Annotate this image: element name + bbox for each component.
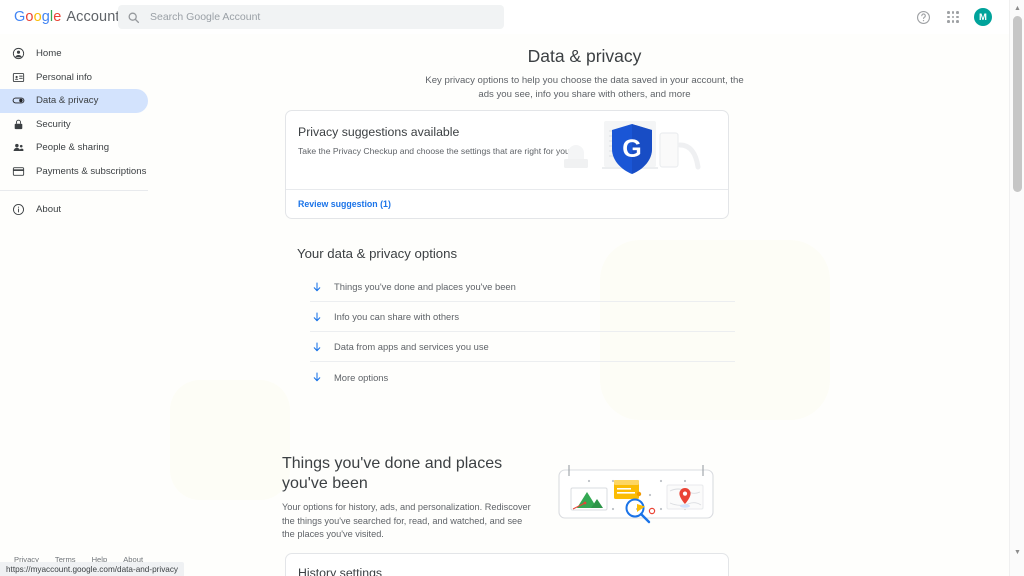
logo-letter: o bbox=[25, 9, 34, 25]
people-icon bbox=[12, 141, 25, 154]
arrow-down-icon bbox=[310, 341, 323, 353]
sidebar-item-data-privacy[interactable]: Data & privacy bbox=[0, 89, 148, 113]
google-shield-illustration: G bbox=[556, 115, 726, 185]
sidebar-item-label: Security bbox=[36, 118, 71, 130]
review-suggestion-link[interactable]: Review suggestion (1) bbox=[298, 199, 391, 209]
option-label: More options bbox=[334, 371, 389, 383]
apps-grid-icon[interactable] bbox=[944, 8, 962, 26]
lock-icon bbox=[12, 118, 25, 131]
page-subtitle: Key privacy options to help you choose t… bbox=[425, 75, 744, 100]
search-icon bbox=[127, 11, 140, 24]
logo-product-name: Account bbox=[66, 9, 120, 25]
avatar[interactable]: M bbox=[974, 8, 992, 26]
page-title: Data & privacy bbox=[527, 46, 642, 66]
logo-letter: e bbox=[53, 9, 62, 25]
arrow-down-icon bbox=[310, 281, 323, 293]
suggestion-title: Privacy suggestions available bbox=[298, 125, 460, 139]
id-card-icon bbox=[12, 71, 25, 84]
page-root: Google Account Search Google Account M H… bbox=[0, 0, 1024, 576]
activity-map-illustration bbox=[553, 464, 719, 528]
topbar-actions: M bbox=[914, 0, 992, 34]
suggestion-description: Take the Privacy Checkup and choose the … bbox=[298, 146, 570, 156]
svg-text:G: G bbox=[622, 135, 641, 163]
top-bar: Google Account Search Google Account M bbox=[0, 0, 1009, 34]
sidebar-item-security[interactable]: Security bbox=[0, 113, 148, 137]
history-settings-card[interactable]: History settings Choose whether to save … bbox=[285, 553, 729, 576]
google-account-logo[interactable]: Google Account bbox=[14, 9, 120, 25]
arrow-down-icon bbox=[310, 371, 323, 383]
logo-letter: o bbox=[33, 9, 42, 25]
search-input[interactable]: Search Google Account bbox=[118, 5, 504, 29]
arrow-down-icon bbox=[310, 311, 323, 323]
option-label: Data from apps and services you use bbox=[334, 341, 489, 352]
page-scrollbar[interactable]: ▲ ▼ bbox=[1009, 0, 1024, 576]
things-section-description: Your options for history, ads, and perso… bbox=[282, 502, 531, 539]
info-circle-icon bbox=[12, 203, 25, 216]
sidebar-item-label: Home bbox=[36, 48, 62, 60]
logo-letter: g bbox=[41, 9, 50, 25]
browser-status-bar: https://myaccount.google.com/data-and-pr… bbox=[0, 562, 185, 576]
sidebar-divider bbox=[0, 190, 148, 191]
option-label: Info you can share with others bbox=[334, 311, 460, 322]
sidebar-item-payments-subscriptions[interactable]: Payments & subscriptions bbox=[0, 160, 148, 184]
sidebar-item-people-sharing[interactable]: People & sharing bbox=[0, 136, 148, 160]
account-circle-icon bbox=[12, 47, 25, 60]
sidebar-item-label: Personal info bbox=[36, 71, 92, 83]
options-section-heading: Your data & privacy options bbox=[297, 246, 458, 261]
logo-letter: G bbox=[14, 9, 26, 25]
options-list: Things you've done and places you've bee… bbox=[310, 272, 735, 392]
chevron-down-icon[interactable]: ▼ bbox=[1010, 545, 1024, 560]
privacy-suggestion-card[interactable]: Privacy suggestions available Take the P… bbox=[285, 110, 729, 219]
sidebar-item-label: Payments & subscriptions bbox=[36, 165, 147, 177]
option-row-info-share[interactable]: Info you can share with others bbox=[310, 302, 735, 332]
status-url: https://myaccount.google.com/data-and-pr… bbox=[6, 564, 179, 574]
main-content: Data & privacy Key privacy options to he… bbox=[160, 34, 1009, 576]
sidebar-item-label: About bbox=[36, 204, 62, 216]
credit-card-icon bbox=[12, 165, 25, 178]
sidebar-item-personal-info[interactable]: Personal info bbox=[0, 66, 148, 90]
sidebar-item-about[interactable]: About bbox=[0, 198, 148, 222]
option-row-more-options[interactable]: More options bbox=[310, 362, 735, 392]
chevron-up-icon[interactable]: ▲ bbox=[1010, 1, 1024, 16]
history-settings-title: History settings bbox=[298, 566, 383, 576]
sidebar-item-label: Data & privacy bbox=[36, 95, 99, 107]
toggle-switch-icon bbox=[12, 94, 25, 107]
search-placeholder: Search Google Account bbox=[150, 11, 261, 23]
sidebar-item-home[interactable]: Home bbox=[0, 42, 148, 66]
scrollbar-thumb[interactable] bbox=[1013, 16, 1022, 192]
things-section-title: Things you've done and places you've bee… bbox=[282, 455, 503, 492]
sidebar-item-label: People & sharing bbox=[36, 142, 110, 154]
option-label: Things you've done and places you've bee… bbox=[334, 281, 516, 292]
option-row-things-done[interactable]: Things you've done and places you've bee… bbox=[310, 272, 735, 302]
sidebar: Home Personal info Data & privacy Securi… bbox=[0, 42, 160, 222]
card-divider bbox=[286, 189, 728, 190]
help-circle-icon[interactable] bbox=[914, 8, 932, 26]
option-row-apps-services[interactable]: Data from apps and services you use bbox=[310, 332, 735, 362]
